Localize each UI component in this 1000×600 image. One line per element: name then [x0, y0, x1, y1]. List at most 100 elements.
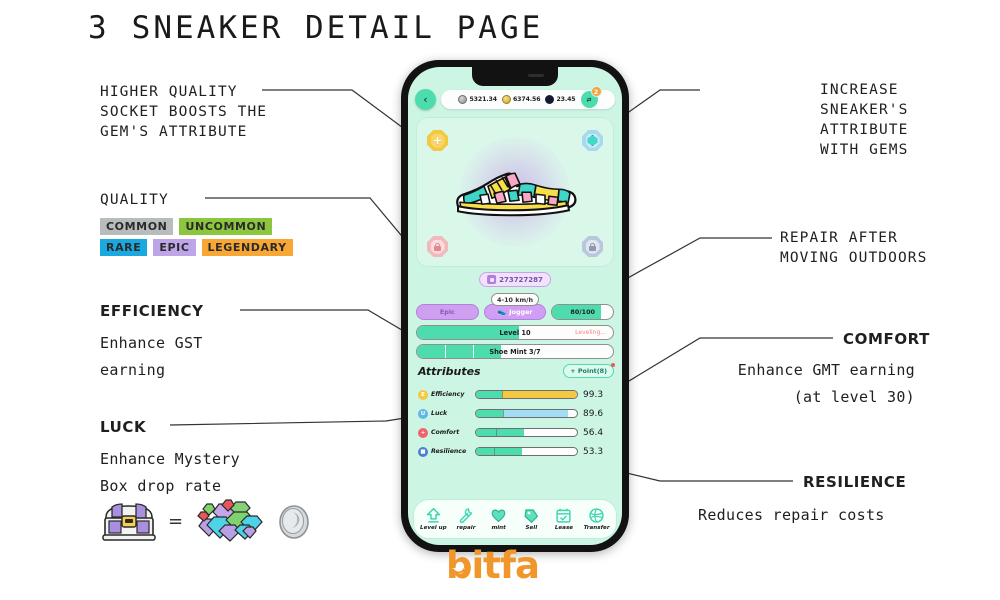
attribute-row-luck[interactable]: U Luck 89.6 [418, 404, 614, 423]
gem-socket-bottom-left[interactable] [427, 236, 448, 257]
attribute-value: 56.4 [583, 427, 604, 438]
sneaker-type-label: Jogger [509, 308, 533, 316]
lock-icon [589, 242, 596, 251]
attribute-name: Resilience [431, 448, 467, 455]
page-title: 3 SNEAKER DETAIL PAGE [88, 10, 543, 46]
quality-badge-uncommon: UNCOMMON [179, 218, 273, 235]
svg-text:bitfa: bitfa [446, 546, 539, 587]
gmt-token-icon [501, 95, 511, 104]
bitfa-logo: bitfa [446, 544, 554, 592]
attributes-header: Attributes + Point(8) [418, 363, 615, 378]
quality-legend: COMMON UNCOMMON RARE EPIC LEGENDARY [100, 218, 293, 260]
gem-socket-top-right[interactable] [582, 130, 603, 151]
mystery-box-chest-icon [102, 503, 156, 541]
wallet-transfer-button[interactable]: ⇄ 2 [580, 86, 602, 108]
mint-segment-divider [473, 345, 475, 358]
annotation-line: RESILIENCE [803, 473, 907, 491]
add-point-label: + Point(8) [570, 367, 607, 375]
toolbar-item-sell[interactable]: Sell [515, 507, 547, 531]
annotation-luck-body: Enhance Mystery Box drop rate [100, 446, 240, 500]
annotation-line: ATTRIBUTE [820, 122, 909, 138]
leveling-status: Leveling... [575, 329, 606, 336]
comfort-icon: + [418, 427, 428, 438]
toolbar-item-lease[interactable]: Lease [548, 507, 580, 531]
annotation-line: WITH GEMS [820, 142, 909, 158]
sol-token-icon [545, 95, 555, 104]
annotation-line: Box drop rate [100, 477, 222, 495]
toolbar-item-mint[interactable]: mint [483, 507, 515, 531]
bitfa-logo-mark: bitfa [446, 544, 540, 587]
speed-range-tag: 4-10 km/h [490, 293, 540, 306]
luck-icon: U [418, 408, 428, 419]
annotation-line: (at level 30) [793, 388, 915, 406]
attributes-title: Attributes [418, 364, 481, 378]
level-label: Level 10 [499, 328, 531, 337]
quality-badge-legendary: LEGENDARY [201, 239, 293, 256]
annotation-efficiency-title: EFFICIENCY [100, 302, 204, 320]
phone-screen: ‹ 5321.34 6374.56 23.45 ⇄ 2 + 273727287 … [408, 67, 622, 545]
annotation-efficiency-body: Enhance GST earning [100, 330, 203, 384]
mint-segment-divider [557, 345, 559, 358]
phone-notch [472, 67, 558, 86]
attribute-row-efficiency[interactable]: E Efficiency 99.3 [418, 385, 614, 404]
resilience-icon: ■ [418, 446, 428, 457]
sneaker-type-pill[interactable]: 👟 Jogger [483, 304, 547, 320]
toolbar-item-level-up[interactable]: Level up [417, 507, 449, 531]
mint-segment-divider [445, 345, 447, 358]
annotation-line: GEM'S ATTRIBUTE [100, 124, 248, 140]
level-progress-bar[interactable]: Level 10 Leveling... [416, 325, 614, 340]
shoe-mint-progress-bar[interactable]: Shoe Mint 3/7 [416, 344, 614, 359]
gmt-value: 6374.56 [512, 96, 541, 103]
annotation-line: Enhance Mystery [100, 450, 240, 468]
annotation-higher-quality-socket: HIGHER QUALITY SOCKET BOOSTS THE GEM'S A… [100, 82, 267, 142]
annotation-luck-title: LUCK [100, 418, 146, 436]
shoe-type-icon: 👟 [497, 308, 507, 316]
annotation-line: Enhance GST [100, 334, 203, 352]
equals-sign: = [168, 510, 184, 532]
annotation-line: REPAIR AFTER [780, 230, 898, 246]
attribute-row-comfort[interactable]: + Comfort 56.4 [418, 423, 614, 442]
attribute-base-fill [476, 391, 503, 398]
annotation-line: QUALITY [100, 192, 169, 208]
heart-icon [491, 509, 506, 523]
mint-label: Shoe Mint 3/7 [489, 347, 541, 356]
annotation-quality-title: QUALITY [100, 190, 169, 210]
durability-pill[interactable]: 80/100 [551, 304, 615, 320]
toolbar-label: repair [456, 525, 476, 531]
gst-value: 5321.34 [469, 96, 497, 103]
back-button[interactable]: ‹ [415, 89, 436, 110]
attribute-row-resilience[interactable]: ■ Resilience 53.3 [418, 442, 614, 461]
annotation-resilience-title: RESILIENCE [803, 473, 906, 491]
tag-icon [524, 509, 539, 524]
sneaker-id-value: 273727287 [499, 275, 543, 284]
gem-socket-top-left[interactable]: + [427, 130, 448, 151]
annotation-line: SOCKET BOOSTS THE [100, 104, 268, 120]
sneaker-id-icon [487, 275, 497, 284]
quality-pill[interactable]: Epic [416, 304, 479, 320]
wallet-balance-bar[interactable]: 5321.34 6374.56 23.45 ⇄ 2 [441, 86, 615, 109]
currency-gmt: 6374.56 [501, 95, 541, 104]
toolbar-label: Transfer [583, 525, 610, 531]
attribute-tick [503, 410, 505, 417]
wrench-icon [460, 508, 473, 524]
attribute-base-fill [476, 410, 504, 417]
mystery-box-illustration: = [100, 498, 311, 544]
sneaker-id-chip[interactable]: 273727287 [479, 272, 551, 287]
annotation-line: HIGHER QUALITY [100, 84, 238, 100]
gem-socket-bottom-right[interactable] [582, 236, 603, 257]
sneaker-display-card: + [416, 117, 614, 267]
add-point-button[interactable]: + Point(8) [563, 363, 615, 378]
attribute-base-fill [476, 429, 525, 436]
durability-value: 80/100 [570, 308, 595, 316]
toolbar-item-transfer[interactable]: Transfer [581, 507, 613, 531]
annotation-line: Enhance GMT earning [737, 361, 915, 379]
toolbar-label: Level up [420, 525, 447, 531]
phone-mockup: ‹ 5321.34 6374.56 23.45 ⇄ 2 + 273727287 … [401, 60, 629, 552]
annotation-comfort-body: Enhance GMT earning (at level 30) [710, 357, 915, 411]
gst-token-icon [458, 95, 468, 104]
sol-value: 23.45 [556, 96, 576, 103]
toolbar-item-repair[interactable]: repair [450, 507, 482, 531]
efficiency-icon: E [418, 389, 428, 400]
attribute-bonus-fill [502, 391, 577, 398]
page-number: 3 [88, 10, 110, 46]
